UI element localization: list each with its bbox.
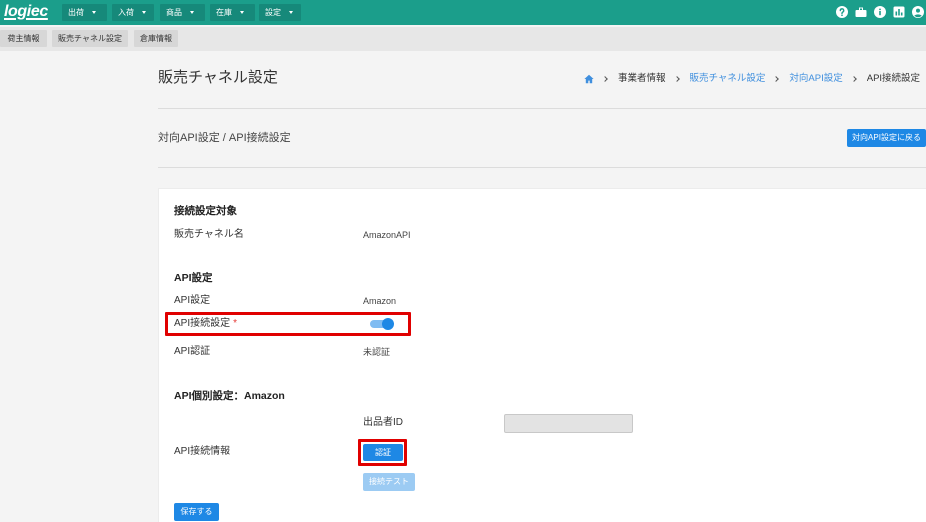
- nav-menu-shipping[interactable]: 出荷: [62, 4, 107, 21]
- caret-down-icon: [142, 11, 146, 14]
- divider: [158, 108, 926, 109]
- seller-id-label: 出品者ID: [363, 417, 403, 428]
- caret-down-icon: [289, 11, 293, 14]
- logo[interactable]: logiec: [4, 1, 48, 23]
- breadcrumb-sales-channel-settings[interactable]: 販売チャネル設定: [690, 72, 766, 85]
- api-setting-value: Amazon: [363, 296, 397, 306]
- section-heading-api-settings: API設定: [174, 272, 213, 284]
- page-subtitle: 対向API設定 / API接続設定: [158, 132, 291, 144]
- api-connection-toggle[interactable]: [370, 318, 394, 330]
- divider: [158, 167, 926, 168]
- connection-test-button[interactable]: 接続テスト: [363, 473, 415, 491]
- api-connection-label: API接続設定: [174, 318, 231, 329]
- nav-menu-label: 在庫: [216, 8, 232, 17]
- nav-menu-label: 設定: [265, 8, 281, 17]
- nav-menu-label: 入荷: [118, 8, 134, 17]
- chevron-right-icon: [602, 75, 608, 82]
- api-auth-label: API認証: [174, 346, 211, 357]
- toggle-knob: [382, 318, 394, 330]
- seller-id-input[interactable]: [504, 414, 633, 433]
- settings-card: 接続設定対象 販売チャネル名 AmazonAPI API設定 API設定 Ama…: [158, 188, 926, 522]
- caret-down-icon: [92, 11, 96, 14]
- breadcrumb-counterpart-api-settings[interactable]: 対向API設定: [789, 72, 842, 85]
- briefcase-icon[interactable]: [855, 6, 867, 18]
- breadcrumb: 事業者情報 販売チャネル設定 対向API設定 API接続設定: [584, 72, 926, 85]
- section-heading-individual-settings: API個別設定：Amazon: [174, 390, 285, 402]
- caret-down-icon: [190, 11, 194, 14]
- nav-menu-inventory[interactable]: 在庫: [210, 4, 255, 21]
- nav-menu-settings[interactable]: 設定: [259, 4, 301, 21]
- tab-sales-channel-settings[interactable]: 販売チャネル設定: [52, 30, 128, 47]
- save-button[interactable]: 保存する: [174, 503, 219, 521]
- back-to-counterpart-api-button[interactable]: 対向API設定に戻る: [847, 129, 926, 147]
- breadcrumb-current: API接続設定: [866, 73, 921, 84]
- chevron-right-icon: [850, 75, 857, 82]
- sub-nav-bar: 荷主情報 販売チャネル設定 倉庫情報: [0, 27, 926, 51]
- channel-name-value: AmazonAPI: [363, 230, 411, 240]
- api-setting-label: API設定: [174, 295, 211, 306]
- info-circle-icon[interactable]: [874, 6, 886, 18]
- required-mark: *: [233, 318, 238, 329]
- api-connection-info-label: API接続情報: [174, 446, 231, 457]
- nav-menu-products[interactable]: 商品: [160, 4, 205, 21]
- nav-menu-receiving[interactable]: 入荷: [112, 4, 154, 21]
- home-icon[interactable]: [584, 74, 594, 84]
- api-auth-status: 未認証: [363, 347, 391, 357]
- chevron-right-icon: [773, 75, 780, 82]
- breadcrumb-business-info: 事業者情報: [618, 73, 666, 84]
- chevron-right-icon: [673, 75, 680, 82]
- nav-menu-label: 商品: [166, 8, 182, 17]
- top-nav-bar: logiec 出荷 入荷 商品 在庫 設定: [0, 0, 926, 25]
- section-heading-connection-target: 接続設定対象: [174, 205, 237, 217]
- user-icon[interactable]: [912, 6, 924, 18]
- page-title: 販売チャネル設定: [158, 69, 278, 86]
- api-connection-label-row: API接続設定 *: [174, 318, 237, 330]
- page: logiec 出荷 入荷 商品 在庫 設定 荷主情報 販売チャネル設定 倉庫情報…: [0, 0, 926, 522]
- question-circle-icon[interactable]: [836, 6, 848, 18]
- tab-warehouse-info[interactable]: 倉庫情報: [134, 30, 178, 47]
- caret-down-icon: [240, 11, 244, 14]
- auth-button[interactable]: 認証: [363, 444, 403, 461]
- nav-menu-label: 出荷: [68, 8, 84, 17]
- channel-name-label: 販売チャネル名: [174, 229, 244, 240]
- tab-shipper-info[interactable]: 荷主情報: [0, 30, 47, 47]
- chart-icon[interactable]: [893, 6, 905, 18]
